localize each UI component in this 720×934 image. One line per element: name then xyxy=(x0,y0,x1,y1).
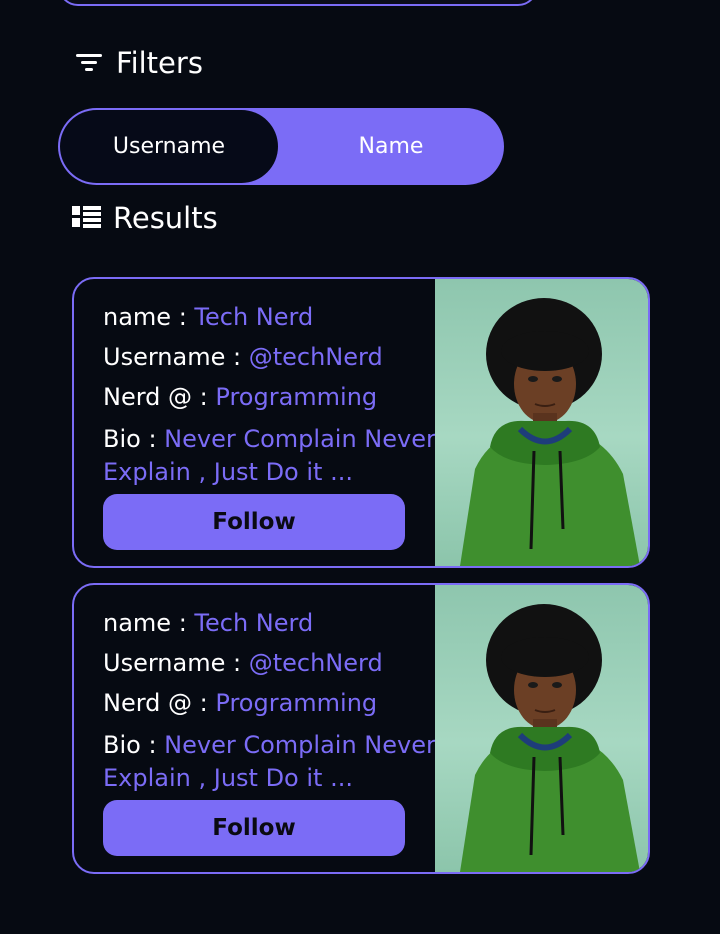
avatar[interactable] xyxy=(435,279,648,566)
follow-button[interactable]: Follow xyxy=(103,494,405,550)
username-label: Username : xyxy=(103,343,242,371)
filter-option-name[interactable]: Name xyxy=(278,110,504,183)
list-icon xyxy=(72,201,101,235)
follow-button[interactable]: Follow xyxy=(103,800,405,856)
bio-label: Bio : xyxy=(103,425,157,453)
filter-toggle: Username Name xyxy=(58,108,504,185)
name-label: name : xyxy=(103,303,187,331)
avatar-illustration xyxy=(460,298,640,566)
username-label: Username : xyxy=(103,649,242,677)
nerd-value: Programming xyxy=(215,383,378,411)
avatar[interactable] xyxy=(435,585,648,872)
results-heading: Results xyxy=(72,201,218,235)
name-row: name : Tech Nerd xyxy=(103,609,438,637)
nerd-value: Programming xyxy=(215,689,378,717)
username-row: Username : @techNerd xyxy=(103,649,438,677)
results-title: Results xyxy=(113,201,218,235)
name-row: name : Tech Nerd xyxy=(103,303,438,331)
bio-row: Bio : Never Complain Never Explain , Jus… xyxy=(103,729,438,795)
username-row: Username : @techNerd xyxy=(103,343,438,371)
name-label: name : xyxy=(103,609,187,637)
result-card[interactable]: name : Tech Nerd Username : @techNerd Ne… xyxy=(72,277,650,568)
nerd-label: Nerd @ : xyxy=(103,689,208,717)
bio-label: Bio : xyxy=(103,731,157,759)
name-value: Tech Nerd xyxy=(194,303,314,331)
username-value: @techNerd xyxy=(248,343,383,371)
nerd-row: Nerd @ : Programming xyxy=(103,383,438,411)
filter-option-username[interactable]: Username xyxy=(60,110,278,183)
bio-row: Bio : Never Complain Never Explain , Jus… xyxy=(103,423,438,489)
nerd-label: Nerd @ : xyxy=(103,383,208,411)
filter-icon xyxy=(74,46,104,80)
avatar-illustration xyxy=(460,604,640,872)
name-value: Tech Nerd xyxy=(194,609,314,637)
filters-title: Filters xyxy=(116,46,203,80)
filters-heading: Filters xyxy=(74,46,203,80)
username-value: @techNerd xyxy=(248,649,383,677)
card-info: name : Tech Nerd Username : @techNerd Ne… xyxy=(103,303,438,501)
result-card[interactable]: name : Tech Nerd Username : @techNerd Ne… xyxy=(72,583,650,874)
search-page: Filters Username Name Results name : Tec… xyxy=(0,0,720,934)
card-info: name : Tech Nerd Username : @techNerd Ne… xyxy=(103,609,438,807)
nerd-row: Nerd @ : Programming xyxy=(103,689,438,717)
search-bar[interactable] xyxy=(58,0,538,6)
